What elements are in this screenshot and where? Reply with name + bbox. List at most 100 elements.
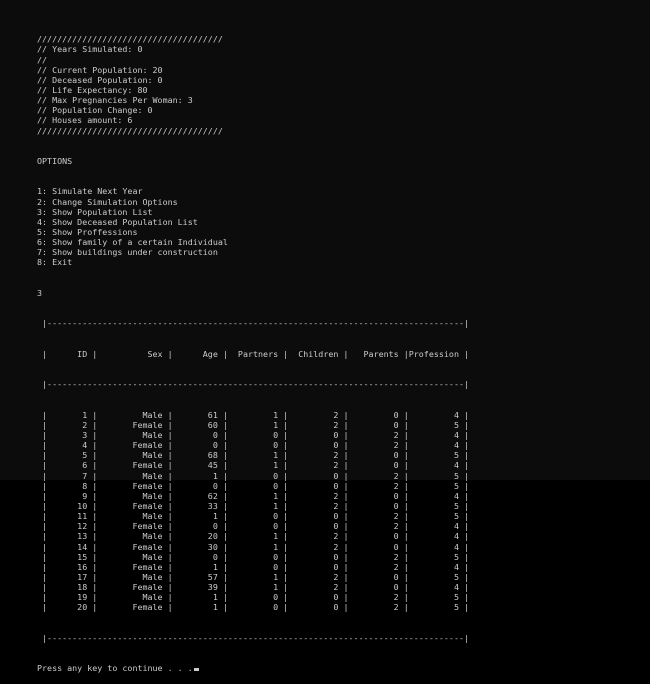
table-cell: Female — [97, 440, 163, 451]
table-cell: 13 — [47, 531, 88, 542]
table-cell: 2 — [288, 531, 339, 542]
table-cell: Female — [97, 419, 163, 430]
table-cell: Female — [97, 480, 163, 491]
table-cell: 4 — [408, 440, 459, 451]
table-cell: Female — [97, 602, 163, 613]
table-cell: 20 — [172, 531, 218, 542]
table-cell: 5 — [47, 450, 88, 461]
table-cell: 0 — [348, 409, 399, 420]
table-header-separator: |---------------------------------------… — [37, 379, 470, 390]
table-cell: 1 — [172, 511, 218, 522]
table-row: | 14 | Female | 30 | 1 | 2 | 0 | 4 | — [37, 541, 470, 552]
table-cell: Male — [97, 511, 163, 522]
table-cell: 5 — [408, 602, 459, 613]
table-cell: 0 — [172, 521, 218, 532]
table-cell: 0 — [227, 440, 279, 451]
header-line: // Max Pregnancies Per Woman: 3 — [37, 95, 193, 106]
table-cell: 2 — [288, 541, 339, 552]
table-row: | 19 | Male | 1 | 0 | 0 | 2 | 5 | — [37, 592, 470, 603]
table-row: | 4 | Female | 0 | 0 | 0 | 2 | 4 | — [37, 440, 470, 451]
menu-option: 3: Show Population List — [37, 206, 153, 217]
table-cell: 2 — [348, 440, 399, 451]
table-cell: 2 — [348, 511, 399, 522]
table-cell: Male — [97, 551, 163, 562]
table-cell: 0 — [288, 521, 339, 532]
table-cell: 2 — [288, 460, 339, 471]
table-cell: Female — [97, 561, 163, 572]
population-table-body: | 1 | Male | 61 | 1 | 2 | 0 | 4 | | 2 | … — [37, 410, 469, 613]
user-input: 3 — [37, 287, 43, 298]
table-cell: 1 — [227, 419, 279, 430]
table-row: | 6 | Female | 45 | 1 | 2 | 0 | 4 | — [37, 460, 470, 471]
table-cell: 1 — [227, 531, 279, 542]
table-cell: 0 — [348, 541, 399, 552]
table-cell: 0 — [288, 551, 339, 562]
table-cell: 2 — [348, 561, 399, 572]
table-cell: 2 — [348, 551, 399, 562]
table-cell: 5 — [408, 480, 459, 491]
table-cell: 5 — [408, 470, 459, 481]
table-cell: 0 — [348, 571, 399, 582]
table-cell: 16 — [47, 561, 88, 572]
table-row: | 9 | Male | 62 | 1 | 2 | 0 | 4 | — [37, 490, 470, 501]
menu-option: 8: Exit — [37, 257, 73, 268]
table-cell: 2 — [348, 480, 399, 491]
table-cell: 10 — [47, 501, 88, 511]
table-row: | 15 | Male | 0 | 0 | 0 | 2 | 5 | — [37, 551, 470, 562]
table-row: | 3 | Male | 0 | 0 | 0 | 2 | 4 | — [37, 430, 470, 441]
table-cell: 4 — [408, 531, 459, 542]
table-row: | 11 | Male | 1 | 0 | 0 | 2 | 5 | — [37, 511, 470, 522]
table-cell: 2 — [288, 571, 339, 582]
table-cell: 1 — [172, 561, 218, 572]
header-line: // Deceased Population: 0 — [37, 74, 163, 85]
table-cell: 1 — [227, 450, 279, 461]
header-line: // Life Expectancy: 80 — [37, 85, 148, 96]
table-cell: 2 — [288, 501, 339, 511]
table-cell: 19 — [47, 592, 88, 603]
table-cell: 5 — [408, 592, 459, 603]
table-cell: 1 — [227, 501, 279, 511]
table-cell: 3 — [47, 430, 88, 441]
menu-option: 7: Show buildings under construction — [37, 247, 218, 258]
table-cell: 61 — [172, 409, 218, 420]
table-cell: 11 — [47, 511, 88, 522]
table-cell: 1 — [47, 409, 88, 420]
table-cell: 0 — [348, 501, 399, 511]
table-cell: Female — [97, 501, 163, 511]
table-cell: 5 — [408, 571, 459, 582]
table-cell: 0 — [348, 490, 399, 501]
table-cell: 4 — [408, 460, 459, 471]
table-cell: 0 — [172, 551, 218, 562]
table-cell: 0 — [288, 592, 339, 603]
menu-option: 5: Show Proffessions — [37, 227, 138, 238]
header-line: // — [37, 54, 48, 65]
options-title: OPTIONS — [37, 156, 73, 167]
table-cell: 0 — [348, 419, 399, 430]
header-line: // Current Population: 20 — [37, 64, 163, 75]
table-cell: 2 — [288, 419, 339, 430]
table-row: | 10 | Female | 33 | 1 | 2 | 0 | 5 | — [37, 501, 470, 511]
table-cell: 0 — [227, 480, 279, 491]
table-cell: 2 — [288, 582, 339, 593]
table-cell: 39 — [172, 582, 218, 593]
table-row: | 12 | Female | 0 | 0 | 0 | 2 | 4 | — [37, 521, 470, 532]
header-line: ///////////////////////////////////// — [37, 125, 223, 136]
table-cell: 2 — [348, 430, 399, 441]
table-cell: 5 — [408, 551, 459, 562]
table-cell: 12 — [47, 521, 88, 532]
table-cell: 4 — [408, 541, 459, 552]
table-cell: Female — [97, 460, 163, 471]
table-cell: 0 — [348, 460, 399, 471]
header-line: // Years Simulated: 0 — [37, 44, 143, 55]
table-cell: 5 — [408, 419, 459, 430]
table-row: | 17 | Male | 57 | 1 | 2 | 0 | 5 | — [37, 571, 470, 582]
table-cell: Male — [97, 571, 163, 582]
console-output: ///////////////////////////////////// // … — [37, 14, 469, 684]
table-row: | 7 | Male | 1 | 0 | 0 | 2 | 5 | — [37, 470, 470, 481]
table-cell: 14 — [47, 541, 88, 552]
table-row: | 2 | Female | 60 | 1 | 2 | 0 | 5 | — [37, 419, 470, 430]
table-cell: 0 — [227, 430, 279, 441]
table-cell: 0 — [172, 440, 218, 451]
table-cell: 0 — [288, 480, 339, 491]
table-cell: 17 — [47, 571, 88, 582]
